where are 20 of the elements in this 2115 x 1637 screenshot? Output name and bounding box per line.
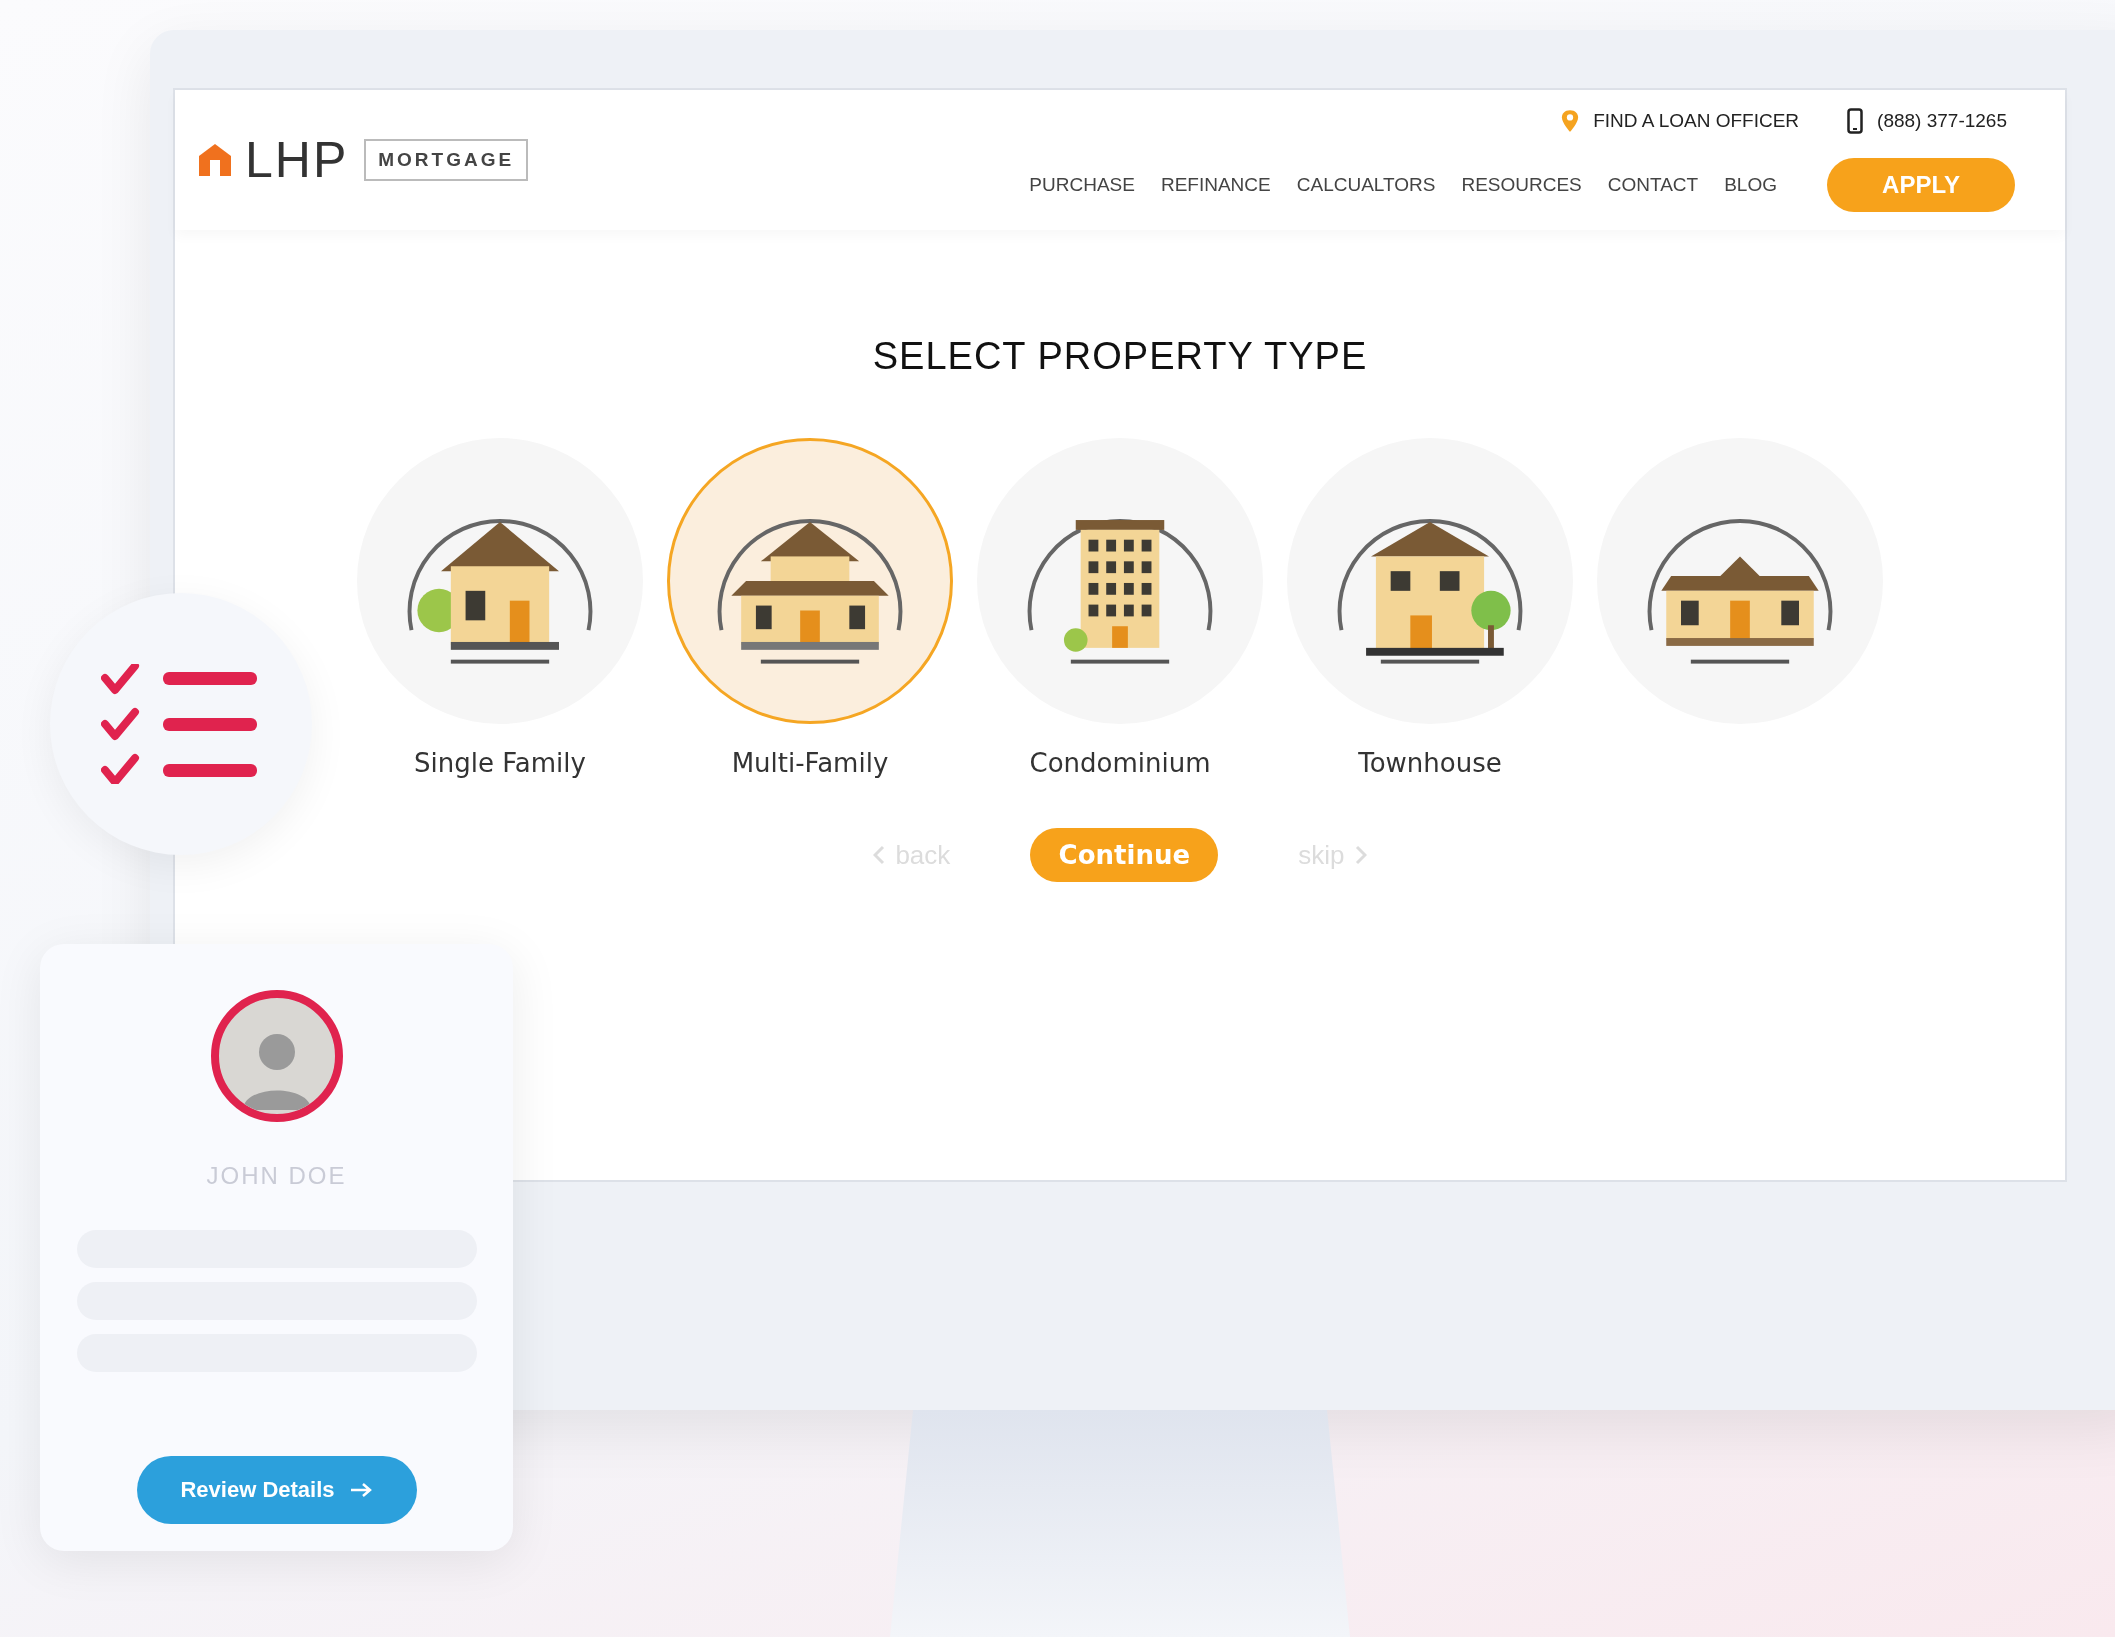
property-type-label: Townhouse — [1358, 748, 1502, 778]
nav-link[interactable]: CALCUALTORS — [1296, 174, 1436, 196]
logo-wordmark: LHP — [245, 131, 349, 189]
nav-link[interactable]: BLOG — [1724, 174, 1777, 196]
page-title: SELECT PROPERTY TYPE — [872, 335, 1368, 378]
chevron-left-icon — [873, 845, 886, 865]
nav-link[interactable]: REFINANCE — [1160, 174, 1271, 196]
location-pin-icon — [1561, 109, 1580, 133]
nav-link[interactable]: PURCHASE — [1029, 174, 1135, 196]
property-type-label: Condominium — [1029, 748, 1211, 778]
nav-link[interactable]: RESOURCES — [1461, 174, 1582, 196]
logo-tagline: MORTGAGE — [364, 139, 529, 181]
arrow-right-icon — [348, 1482, 373, 1498]
property-type-label: Multi-Family — [731, 748, 889, 778]
nav-link[interactable]: CONTACT — [1607, 174, 1699, 196]
phone-icon — [1847, 108, 1864, 134]
loan-officer-link[interactable]: FIND A LOAN OFFICER — [1561, 108, 1800, 134]
chevron-right-icon — [1354, 845, 1367, 865]
property-type-label: Single Family — [414, 748, 586, 778]
phone-link[interactable]: (888) 377-1265 — [1847, 108, 2007, 134]
